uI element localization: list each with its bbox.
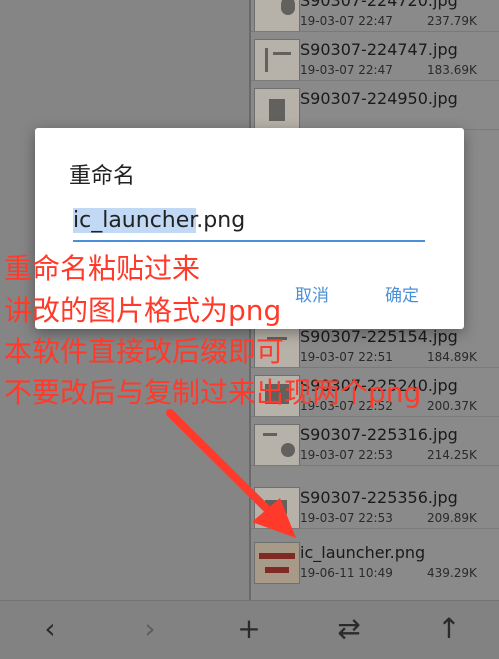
- annotation-arrow: [166, 409, 296, 538]
